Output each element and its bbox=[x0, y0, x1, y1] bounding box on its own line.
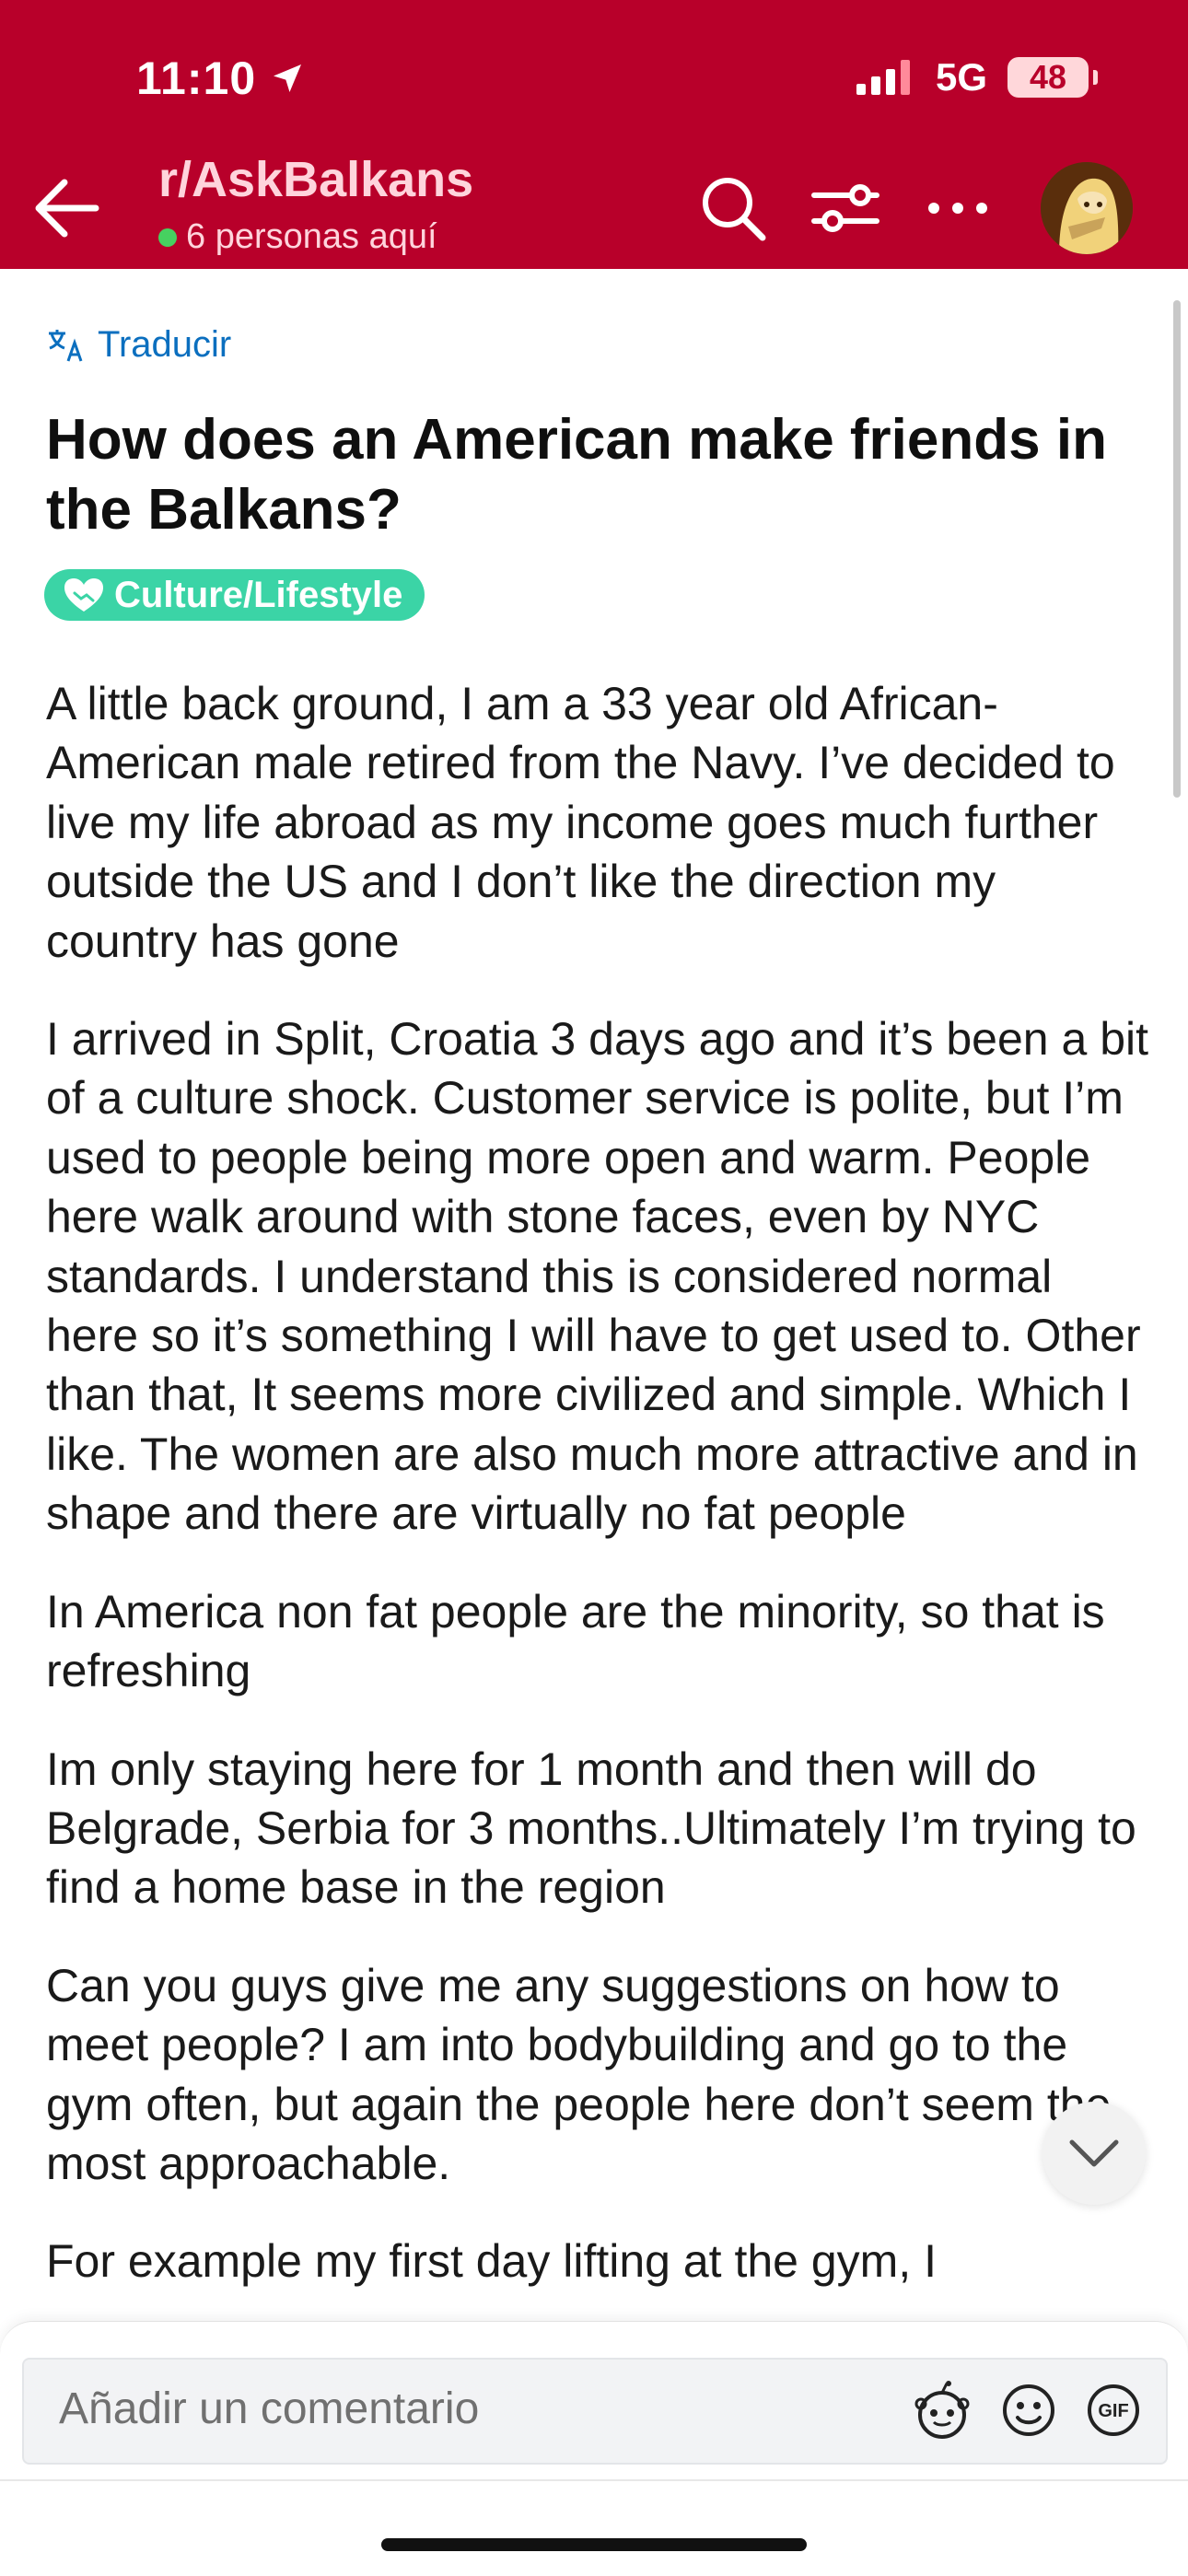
post-flair[interactable]: Culture/Lifestyle bbox=[44, 569, 425, 621]
translate-label: Traducir bbox=[98, 324, 232, 365]
network-label: 5G bbox=[935, 55, 987, 99]
post-paragraph: For example my first day lifting at the … bbox=[46, 2235, 937, 2288]
chevron-down-icon bbox=[1069, 2139, 1119, 2167]
status-right: 5G 48 bbox=[855, 55, 1098, 99]
comment-placeholder: Añadir un comentario bbox=[59, 2384, 480, 2433]
more-options-icon[interactable] bbox=[921, 171, 995, 245]
back-arrow-icon[interactable] bbox=[28, 175, 111, 241]
gif-icon[interactable]: GIF bbox=[1083, 2380, 1144, 2441]
location-arrow-icon bbox=[274, 64, 302, 92]
scroll-down-button[interactable] bbox=[1042, 2102, 1146, 2205]
post-paragraph: Can you guys give me any suggestions on … bbox=[46, 1959, 1112, 2189]
post-title: How does an American make friends in the… bbox=[46, 408, 1107, 542]
post-paragraph: I arrived in Split, Croatia 3 days ago a… bbox=[46, 1013, 1148, 1540]
post-body: A little back ground, I am a 33 year old… bbox=[46, 674, 1156, 2330]
avatar-image bbox=[1041, 162, 1133, 254]
online-dot bbox=[158, 227, 177, 247]
translate-link[interactable]: Traducir bbox=[46, 324, 231, 366]
battery-icon: 48 bbox=[1007, 57, 1098, 98]
user-avatar[interactable] bbox=[1041, 162, 1133, 254]
status-time: 11:10 bbox=[136, 52, 306, 105]
gif-label: GIF bbox=[1098, 2401, 1128, 2421]
post-paragraph: In America non fat people are the minori… bbox=[46, 1585, 1105, 1697]
post-paragraph: Im only staying here for 1 month and the… bbox=[46, 1743, 1136, 1914]
signal-icon bbox=[856, 60, 910, 95]
presence-text: 6 personas aquí bbox=[186, 217, 437, 256]
translate-icon bbox=[49, 329, 83, 361]
status-time-text: 11:10 bbox=[136, 52, 257, 104]
heart-handshake-icon bbox=[64, 578, 103, 612]
home-indicator[interactable] bbox=[381, 2538, 807, 2551]
divider bbox=[0, 2479, 1188, 2481]
top-app-bar: 11:10 5G 48 r/AskBalkans 6 personas aquí bbox=[0, 0, 1188, 269]
battery-level: 48 bbox=[1029, 58, 1067, 96]
scrollbar[interactable] bbox=[1173, 300, 1181, 798]
snoo-avatar-icon[interactable] bbox=[912, 2380, 973, 2441]
subreddit-name[interactable]: r/AskBalkans bbox=[158, 151, 473, 208]
post-paragraph: A little back ground, I am a 33 year old… bbox=[46, 678, 1115, 967]
flair-label: Culture/Lifestyle bbox=[114, 574, 403, 615]
filter-sort-icon[interactable] bbox=[809, 171, 882, 245]
online-presence: 6 personas aquí bbox=[158, 217, 437, 257]
search-icon[interactable] bbox=[696, 171, 770, 245]
emoji-icon[interactable] bbox=[998, 2380, 1059, 2441]
